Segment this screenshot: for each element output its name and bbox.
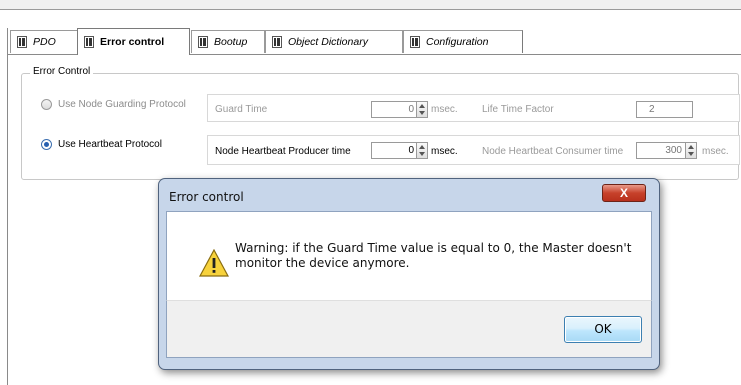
group-title: Error Control — [30, 66, 94, 77]
producer-time-label: Node Heartbeat Producer time — [215, 146, 351, 157]
top-toolbar-strip — [0, 0, 741, 10]
tab-configuration[interactable]: Configuration — [403, 30, 523, 53]
consumer-time-unit: msec. — [702, 146, 729, 157]
tab-object-dictionary[interactable]: Object Dictionary — [265, 30, 403, 53]
tab-bootup[interactable]: Bootup — [191, 30, 265, 53]
editor-left-border — [7, 28, 8, 385]
device-icon — [84, 36, 94, 48]
tab-pdo[interactable]: PDO — [10, 30, 78, 53]
guard-time-stepper[interactable] — [416, 101, 428, 118]
tab-label: Bootup — [214, 36, 248, 48]
guard-time-input[interactable]: 0 — [371, 101, 418, 118]
producer-time-stepper[interactable] — [416, 142, 428, 159]
consumer-time-label: Node Heartbeat Consumer time — [482, 146, 624, 157]
heartbeat-radio[interactable]: Use Heartbeat Protocol — [41, 139, 162, 150]
device-icon — [17, 36, 27, 48]
producer-time-input[interactable]: 0 — [371, 142, 418, 159]
radio-circle — [41, 139, 52, 150]
guard-time-label: Guard Time — [215, 104, 268, 115]
tab-error-control[interactable]: Error control — [77, 28, 190, 55]
device-icon — [272, 36, 282, 48]
producer-time-unit: msec. — [431, 146, 458, 157]
radio-circle — [41, 99, 52, 110]
close-button[interactable]: X — [602, 184, 646, 202]
consumer-time-input[interactable]: 300 — [636, 142, 686, 159]
error-control-dialog: Error control X Warning: if the Guard Ti… — [158, 178, 660, 370]
node-guarding-radio[interactable]: Use Node Guarding Protocol — [41, 99, 186, 110]
tab-label: Object Dictionary — [288, 36, 368, 48]
heartbeat-label: Use Heartbeat Protocol — [58, 139, 162, 150]
tab-label: PDO — [33, 36, 56, 48]
consumer-time-stepper[interactable] — [685, 142, 697, 159]
tab-label: Configuration — [426, 36, 489, 48]
dialog-message-line: monitor the device anymore. — [235, 256, 410, 270]
life-time-factor-label: Life Time Factor — [482, 104, 554, 115]
tab-label: Error control — [100, 36, 165, 48]
life-time-factor-input[interactable]: 2 — [636, 101, 693, 118]
warning-icon — [199, 249, 229, 277]
device-icon — [410, 36, 420, 48]
guard-time-unit: msec. — [431, 104, 458, 115]
dialog-title: Error control — [169, 190, 244, 204]
node-guarding-label: Use Node Guarding Protocol — [58, 99, 186, 110]
ok-button[interactable]: OK — [564, 316, 642, 343]
dialog-message-line: Warning: if the Guard Time value is equa… — [235, 241, 632, 255]
device-icon — [198, 36, 208, 48]
dialog-message: Warning: if the Guard Time value is equa… — [235, 241, 635, 271]
